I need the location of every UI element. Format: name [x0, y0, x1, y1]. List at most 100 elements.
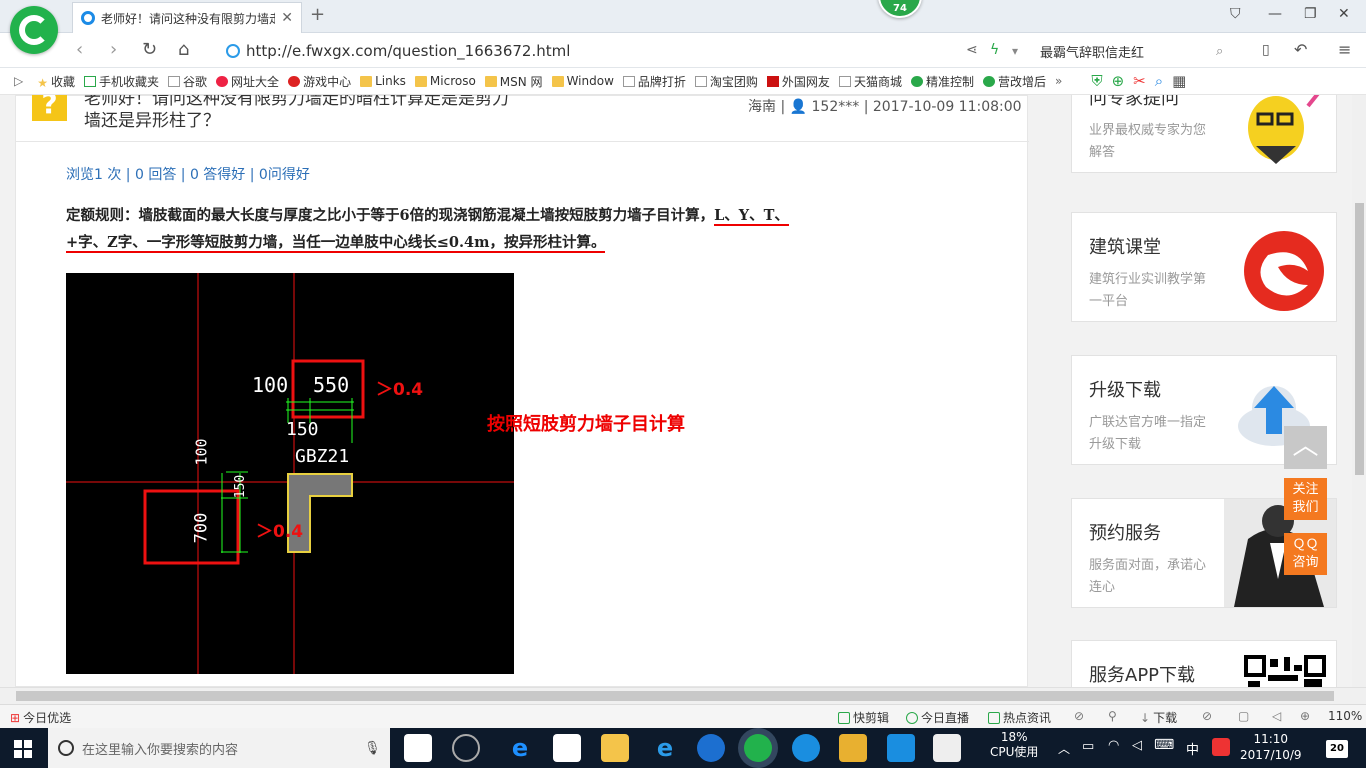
translate-icon[interactable]: ⊕: [1112, 72, 1125, 90]
back-button[interactable]: ‹: [76, 39, 83, 60]
keyboard-icon[interactable]: ⌨: [1154, 737, 1174, 753]
wifi-icon[interactable]: ◠: [1108, 738, 1119, 753]
folder-icon: [551, 75, 564, 87]
tab-active[interactable]: 老师好！请问这种没有限剪力墙走 ✕: [72, 2, 302, 33]
bookmark-item[interactable]: MSN 网: [484, 73, 543, 90]
vertical-scroll-thumb[interactable]: [1355, 203, 1364, 475]
edge-icon[interactable]: e: [506, 734, 534, 762]
shield-icon[interactable]: ⛨: [1091, 72, 1102, 90]
notification-badge[interactable]: 74: [878, 0, 922, 18]
minimize-button[interactable]: —: [1268, 6, 1282, 22]
zoom-icon[interactable]: ⊕: [1300, 709, 1310, 723]
follow-us-button[interactable]: 关注我们: [1284, 478, 1327, 520]
bookmark-item[interactable]: 淘宝团购: [694, 73, 758, 90]
more-bookmarks-icon[interactable]: »: [1055, 74, 1062, 88]
taskbar-search[interactable]: 在这里输入你要搜索的内容 🎙: [48, 728, 390, 768]
notes-app-icon[interactable]: [839, 734, 867, 762]
notification-center[interactable]: 20: [1326, 740, 1348, 758]
back-to-top-button[interactable]: ︿: [1284, 426, 1327, 469]
bookmark-item[interactable]: Microso: [414, 74, 476, 88]
qq-consult-button[interactable]: ＱＱ咨询: [1284, 533, 1327, 575]
undo-icon[interactable]: ↶: [1294, 40, 1307, 59]
status-bar: ⊞ 今日优选 快剪辑 今日直播 热点资讯 ⊘ ⚲ ↓ 下载 ⊘ ▢ ◁ ⊕ 110%: [0, 704, 1366, 728]
share-icon[interactable]: ⋖: [966, 42, 978, 58]
status-item[interactable]: 今日直播: [906, 709, 969, 726]
horizontal-scroll-thumb[interactable]: [16, 691, 1334, 701]
plus-app-icon[interactable]: [887, 734, 915, 762]
menu-icon[interactable]: ≡: [1338, 40, 1351, 59]
dimension-label: 700: [191, 512, 212, 544]
bookmark-item[interactable]: 谷歌: [168, 73, 207, 90]
cpu-usage[interactable]: 18% CPU使用: [990, 730, 1038, 760]
scissors-icon[interactable]: ✂: [1133, 72, 1146, 90]
url-field[interactable]: http://e.fwxgx.com/question_1663672.html: [226, 40, 1026, 62]
speaker-icon[interactable]: ◁: [1132, 738, 1142, 753]
bookmark-item[interactable]: Links: [360, 74, 406, 88]
close-window-button[interactable]: ✕: [1338, 6, 1350, 22]
store-icon[interactable]: [553, 734, 581, 762]
site-favicon-icon: [81, 11, 95, 25]
today-picks[interactable]: ⊞ 今日优选: [10, 709, 71, 726]
restore-button[interactable]: ❐: [1304, 6, 1317, 22]
history-icon[interactable]: ⊘: [1202, 709, 1212, 723]
help-app-icon[interactable]: [933, 734, 961, 762]
file-explorer-icon[interactable]: [601, 734, 629, 762]
sogou-icon[interactable]: [1212, 738, 1230, 756]
reload-button[interactable]: ↻: [142, 39, 157, 60]
address-bar-row: ‹ › ↻ ⌂ http://e.fwxgx.com/question_1663…: [0, 33, 1366, 68]
microphone-icon[interactable]: 🎙: [364, 741, 381, 756]
bookmark-item[interactable]: 精准控制: [910, 73, 974, 90]
grid-icon[interactable]: ▦: [1172, 72, 1186, 90]
pin-icon[interactable]: ⚲: [1108, 709, 1117, 723]
close-tab-icon[interactable]: ✕: [281, 10, 293, 26]
bookmark-item[interactable]: ★ 收藏: [37, 73, 75, 90]
system-clock[interactable]: 11:10 2017/10/9: [1240, 731, 1302, 763]
bookmark-item[interactable]: 手机收藏夹: [84, 73, 159, 90]
browser-taskbar-icon[interactable]: [744, 734, 772, 762]
download-item[interactable]: ↓ 下载: [1140, 709, 1177, 726]
magnifier-icon[interactable]: ⌕: [1155, 72, 1163, 90]
new-tab-button[interactable]: +: [310, 4, 325, 25]
pinwheel-app-icon[interactable]: [404, 734, 432, 762]
search-box[interactable]: 最霸气辞职信走红 ⌕: [1040, 39, 1240, 63]
bookmark-item[interactable]: 品牌打折: [622, 73, 686, 90]
gift-icon: ⊞: [10, 710, 21, 725]
tray-expand-icon[interactable]: ︿: [1058, 740, 1070, 757]
home-button[interactable]: ⌂: [178, 39, 189, 60]
bookmark-item[interactable]: 营改增后: [982, 73, 1046, 90]
g-app-icon[interactable]: [697, 734, 725, 762]
card-app-download[interactable]: 服务APP下载: [1071, 640, 1337, 687]
card-ask-expert[interactable]: 问专家提问 业界最权威专家为您解答: [1071, 95, 1337, 173]
dimension-label: 550: [313, 373, 350, 397]
battery-icon[interactable]: ▭: [1082, 739, 1094, 754]
horizontal-scrollbar[interactable]: [0, 687, 1366, 704]
volume-icon[interactable]: ◁: [1272, 709, 1281, 723]
lightning-icon[interactable]: ϟ: [990, 42, 999, 58]
shirt-icon[interactable]: ⛉: [1230, 6, 1241, 22]
ie-icon[interactable]: e: [651, 734, 679, 762]
bookmark-item[interactable]: 网址大全: [216, 73, 279, 90]
forward-button[interactable]: ›: [110, 39, 117, 60]
windows-start-icon[interactable]: [14, 740, 32, 758]
bookmark-item[interactable]: 外国网友: [766, 73, 830, 90]
browser-logo-icon[interactable]: [10, 6, 58, 54]
zoom-level[interactable]: 110%: [1328, 709, 1362, 723]
status-item[interactable]: 快剪辑: [838, 709, 889, 726]
card-building-class[interactable]: 建筑课堂 建筑行业实训教学第一平台: [1071, 212, 1337, 322]
question-stats[interactable]: 浏览1 次 | 0 回答 | 0 答得好 | 0问得好: [66, 164, 310, 184]
search-icon[interactable]: ⌕: [1216, 44, 1223, 59]
sync-app-icon[interactable]: [792, 734, 820, 762]
sidebar-toggle-icon[interactable]: ▷: [14, 74, 23, 88]
ime-indicator[interactable]: 中: [1186, 739, 1199, 758]
chevron-down-icon[interactable]: ▾: [1012, 44, 1018, 58]
vertical-scrollbar[interactable]: [1352, 95, 1366, 687]
window-icon[interactable]: ▢: [1238, 709, 1249, 723]
bookmark-item[interactable]: 天猫商城: [838, 73, 902, 90]
spiral-app-icon[interactable]: [452, 734, 480, 762]
speed-icon[interactable]: ⊘: [1074, 709, 1084, 723]
status-item[interactable]: 热点资讯: [988, 709, 1051, 726]
bookmark-item[interactable]: 游戏中心: [288, 73, 351, 90]
site-info-icon[interactable]: [226, 44, 240, 58]
phone-icon[interactable]: ▯: [1262, 42, 1270, 58]
bookmark-item[interactable]: Window: [551, 74, 614, 88]
